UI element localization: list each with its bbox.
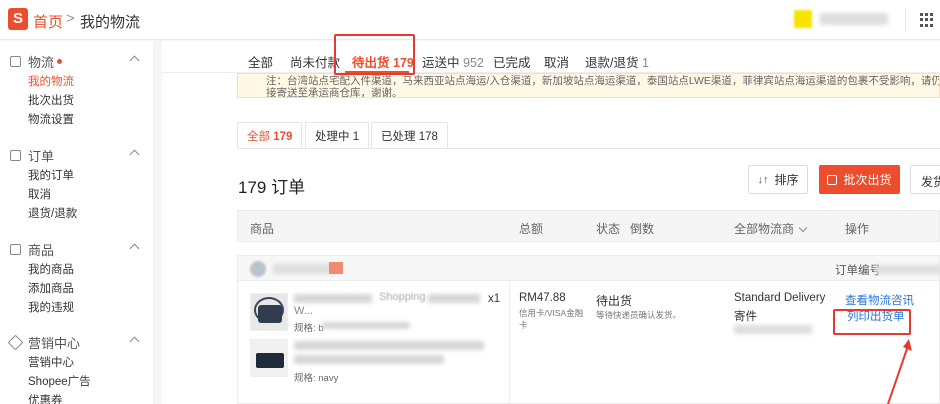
header-action: 操作 [845, 222, 870, 236]
sidebar-item-batch-ship[interactable]: 批次出货 [28, 92, 74, 108]
header-countdown: 倒数 [630, 222, 655, 236]
sidebar-section-logistics[interactable]: 物流 [10, 52, 63, 71]
chevron-up-icon[interactable] [129, 243, 140, 254]
sidebar-item-my-orders[interactable]: 我的订单 [28, 167, 74, 183]
sidebar: 物流 我的物流 批次出货 物流设置 订单 我的订单 取消 退货/退款 商品 我的… [0, 41, 153, 404]
sidebar-section-marketing[interactable]: 营销中心 [7, 333, 81, 352]
order-status-tabs: 全部 尚未付款 待出货 179 运送中 952 已完成 取消 退款/退货 1 [162, 41, 940, 73]
shopee-logo-icon[interactable]: S [8, 8, 28, 30]
highlight-box-to-ship-tab [334, 34, 415, 75]
buyer-avatar[interactable] [250, 261, 266, 277]
sidebar-item-vouchers[interactable]: 优惠券 [28, 392, 63, 404]
product-title[interactable]: Shopping [379, 291, 426, 303]
logistics-filter-dropdown[interactable]: 全部物流商 [734, 220, 808, 237]
box-icon [10, 244, 21, 255]
home-link[interactable]: 首页 [33, 11, 63, 32]
page-title: 我的物流 [80, 14, 141, 31]
breadcrumb-separator: > [66, 10, 75, 27]
header-status: 状态 [596, 222, 621, 236]
orders-count: 179 订单 [238, 178, 306, 197]
tab-completed[interactable]: 已完成 [493, 52, 531, 71]
sidebar-section-label: 物流 [28, 55, 55, 70]
sidebar-item-my-products[interactable]: 我的商品 [28, 261, 74, 277]
subtab-divider [237, 148, 940, 149]
product-title-blurred [294, 294, 372, 303]
subtab-all[interactable]: 全部 179 [237, 122, 303, 148]
product-title-blurred [294, 341, 484, 350]
tab-shipping[interactable]: 运送中 952 [422, 52, 484, 71]
subtab-processing[interactable]: 处理中 1 [305, 122, 370, 148]
batch-ship-button[interactable]: 批次出货 [819, 165, 900, 194]
order-header: 订单编号T5 [237, 255, 940, 281]
user-name-blurred[interactable] [820, 13, 888, 25]
sidebar-item-marketing-center[interactable]: 营销中心 [28, 354, 74, 370]
order-number-blurred [875, 265, 940, 274]
chevron-up-icon[interactable] [129, 336, 140, 347]
product-image[interactable] [250, 293, 288, 331]
tracking-number-blurred [734, 325, 812, 334]
box-icon [827, 174, 838, 185]
sidebar-item-add-product[interactable]: 添加商品 [28, 280, 74, 296]
product-spec: 规格: navy [294, 373, 339, 384]
sort-icon: ↓↑ [757, 173, 769, 186]
annotation-arrow-icon [887, 339, 912, 404]
buyer-name-blurred[interactable] [273, 264, 333, 274]
chevron-down-icon [798, 223, 808, 233]
order-status: 待出货 [596, 294, 633, 308]
subtab-processed[interactable]: 已处理 178 [371, 122, 448, 148]
order-amount: RM47.88 [519, 292, 566, 304]
chevron-up-icon[interactable] [129, 149, 140, 160]
main-content: 注：台湾站点宅配入件渠道，马来西亚站点海运/入仓渠道，新加坡站点海运渠道，泰国站… [162, 34, 940, 404]
avatar[interactable] [794, 10, 812, 28]
sort-button[interactable]: ↓↑ 排序 [748, 165, 808, 194]
column-divider [509, 281, 510, 404]
tab-all[interactable]: 全部 [248, 52, 273, 71]
sidebar-section-label: 商品 [28, 243, 55, 258]
apps-grid-icon[interactable] [920, 13, 934, 27]
carrier-type: 寄件 [734, 311, 757, 323]
highlight-box-print-waybill [833, 309, 911, 335]
sidebar-item-logistics-settings[interactable]: 物流设置 [28, 111, 74, 127]
header-product: 商品 [250, 222, 275, 236]
sidebar-item-my-logistics[interactable]: 我的物流 [28, 73, 74, 89]
header-divider [905, 8, 906, 32]
header-total: 总额 [519, 222, 544, 236]
tab-returns[interactable]: 退款/退货 1 [585, 52, 649, 71]
product-title-blurred [428, 294, 480, 303]
chat-icon[interactable] [329, 262, 343, 274]
notification-dot [57, 59, 63, 64]
product-title-blurred [294, 355, 444, 364]
notice-banner: 注：台湾站点宅配入件渠道，马来西亚站点海运/入仓渠道，新加坡站点海运渠道，泰国站… [237, 73, 940, 98]
sidebar-section-label: 营销中心 [28, 336, 81, 351]
sidebar-section-label: 订单 [28, 149, 55, 164]
product-spec-blurred [322, 322, 410, 329]
sidebar-section-products[interactable]: 商品 [10, 240, 54, 259]
sidebar-item-returns[interactable]: 退货/退款 [28, 205, 77, 221]
tab-cancelled[interactable]: 取消 [544, 52, 569, 71]
chevron-up-icon[interactable] [129, 55, 140, 66]
tab-unpaid[interactable]: 尚未付款 [290, 52, 340, 71]
clipboard-icon [10, 150, 21, 161]
order-row: Shopping W... 规格: b x1 规格: navy RM47.88 … [237, 281, 940, 404]
view-logistics-link[interactable]: 查看物流咨讯 [845, 292, 914, 308]
truck-icon [10, 56, 21, 67]
sidebar-item-shopee-ads[interactable]: Shopee广告 [28, 373, 91, 389]
sidebar-section-orders[interactable]: 订单 [10, 146, 54, 165]
product-quantity: x1 [488, 293, 501, 305]
sidebar-item-cancel[interactable]: 取消 [28, 186, 51, 202]
notice-text: 注：台湾站点宅配入件渠道，马来西亚站点海运/入仓渠道，新加坡站点海运渠道，泰国站… [266, 75, 940, 98]
product-spec: 规格: b [294, 323, 324, 334]
top-bar: S 首页 > 我的物流 [0, 0, 940, 40]
ship-button[interactable]: 发货 [910, 165, 940, 194]
payment-method: 信用卡/VISA金融卡 [519, 308, 584, 330]
order-status-detail: 等待快递员确认发货。 [596, 310, 682, 320]
tag-icon [7, 334, 24, 351]
table-header: 商品 总额 状态 倒数 全部物流商 操作 [237, 210, 940, 242]
sidebar-item-violations[interactable]: 我的违规 [28, 299, 74, 315]
carrier-name: Standard Delivery [734, 292, 826, 304]
product-image[interactable] [250, 339, 288, 377]
product-title-suffix: W... [294, 305, 313, 317]
